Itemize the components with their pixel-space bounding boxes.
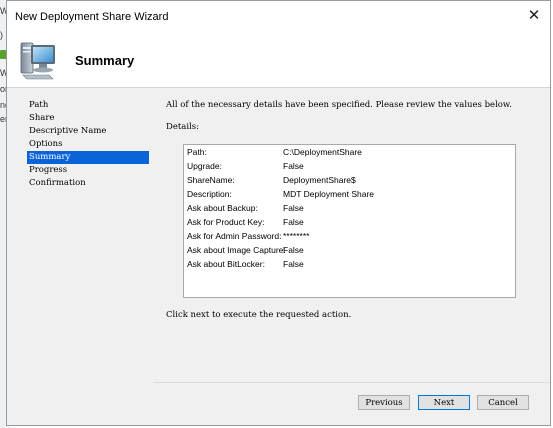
title-bar[interactable]: New Deployment Share Wizard ✕: [7, 1, 550, 31]
window-title: New Deployment Share Wizard: [15, 11, 169, 23]
wizard-header: Summary: [7, 31, 550, 88]
detail-key: ShareName:: [187, 175, 235, 185]
detail-value: DeploymentShare$: [283, 175, 356, 185]
cancel-button[interactable]: Cancel: [477, 395, 529, 410]
detail-value: False: [283, 217, 304, 227]
detail-key: Ask for Product Key:: [187, 217, 265, 227]
background-text: ): [0, 30, 3, 40]
details-label: Details:: [166, 122, 199, 132]
detail-key: Ask about Backup:: [187, 203, 258, 213]
detail-key: Path:: [187, 147, 207, 157]
nav-item-share[interactable]: Share: [27, 112, 149, 125]
wizard-steps-nav: Path Share Descriptive Name Options Summ…: [27, 99, 149, 190]
nav-item-options[interactable]: Options: [27, 138, 149, 151]
footer-note: Click next to execute the requested acti…: [166, 310, 352, 320]
close-icon: ✕: [527, 7, 541, 24]
wizard-window: New Deployment Share Wizard ✕ Summary Pa…: [6, 0, 551, 426]
details-box[interactable]: Path: C:\DeploymentShare Upgrade: False …: [183, 144, 516, 298]
detail-key: Ask about BitLocker:: [187, 259, 265, 269]
detail-value: False: [283, 259, 304, 269]
nav-item-path[interactable]: Path: [27, 99, 149, 112]
detail-value: False: [283, 245, 304, 255]
wizard-body: Path Share Descriptive Name Options Summ…: [7, 88, 550, 425]
page-title: Summary: [75, 53, 135, 68]
nav-item-descriptive-name[interactable]: Descriptive Name: [27, 125, 149, 138]
next-button[interactable]: Next: [418, 395, 470, 410]
intro-text: All of the necessary details have been s…: [166, 100, 512, 110]
detail-key: Ask about Image Capture:: [187, 245, 286, 255]
button-bar: Previous Next Cancel: [153, 382, 550, 425]
nav-item-summary[interactable]: Summary: [27, 151, 149, 164]
detail-key: Upgrade:: [187, 161, 222, 171]
close-button[interactable]: ✕: [520, 5, 548, 27]
detail-value: False: [283, 161, 304, 171]
detail-value: C:\DeploymentShare: [283, 147, 362, 157]
detail-value: False: [283, 203, 304, 213]
computer-icon: [20, 42, 55, 80]
detail-key: Ask for Admin Password:: [187, 231, 282, 241]
nav-item-progress[interactable]: Progress: [27, 164, 149, 177]
detail-value: ********: [283, 231, 310, 241]
nav-item-confirmation[interactable]: Confirmation: [27, 177, 149, 190]
detail-key: Description:: [187, 189, 232, 199]
detail-value: MDT Deployment Share: [283, 189, 375, 199]
summary-content: All of the necessary details have been s…: [153, 88, 550, 425]
previous-button[interactable]: Previous: [358, 395, 410, 410]
